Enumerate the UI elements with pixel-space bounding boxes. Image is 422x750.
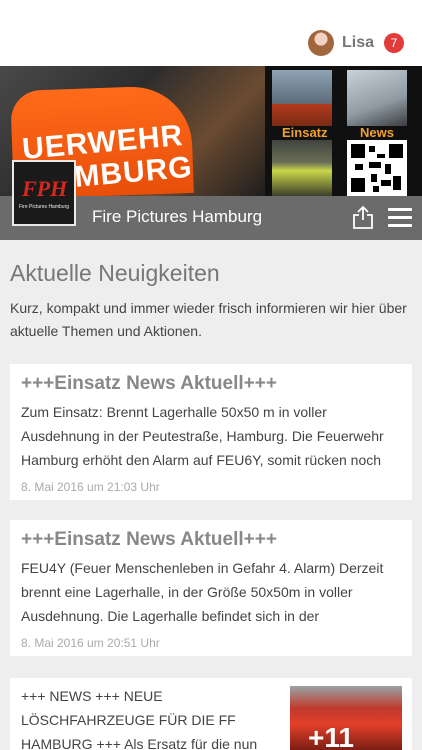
hamburger-menu-icon[interactable] [388, 208, 412, 228]
banner-thumb-firefighter [272, 140, 332, 196]
news-card[interactable]: +++Einsatz News Aktuell+++ Zum Einsatz: … [10, 364, 412, 500]
banner-thumb-spray [347, 70, 407, 126]
news-card[interactable]: +++Einsatz News Aktuell+++ FEU4Y (Feuer … [10, 520, 412, 656]
share-icon[interactable] [352, 205, 374, 229]
avatar[interactable] [307, 30, 334, 56]
fph-logo[interactable]: FPH Fire Pictures Hamburg [12, 160, 76, 226]
user-profile[interactable]: Lisa 7 [307, 30, 404, 56]
banner-label-news: News [360, 125, 394, 140]
main-content: Aktuelle Neuigkeiten Kurz, kompakt und i… [10, 240, 412, 357]
news-card-title[interactable]: +++Einsatz News Aktuell+++ [21, 372, 401, 396]
user-name[interactable]: Lisa [342, 34, 374, 52]
news-card[interactable]: +++ NEWS +++ NEUE LÖSCHFAHRZEUGE FÜR DIE… [10, 678, 412, 750]
top-bar: Lisa 7 [0, 0, 422, 66]
page-description: Kurz, kompakt und immer wieder frisch in… [10, 300, 407, 339]
news-card-excerpt: FEU4Y (Feuer Menschenleben in Gefahr 4. … [21, 560, 384, 624]
news-card-excerpt: Zum Einsatz: Brennt Lagerhalle 50x50 m i… [21, 404, 384, 468]
news-card-date: 8. Mai 2016 um 20:51 Uhr [21, 636, 160, 650]
qr-code [347, 140, 407, 196]
banner-thumb-fire-truck [272, 70, 332, 126]
news-card-title[interactable]: +++Einsatz News Aktuell+++ [21, 528, 401, 552]
news-card-excerpt: +++ NEWS +++ NEUE LÖSCHFAHRZEUGE FÜR DIE… [21, 688, 258, 750]
banner-label-einsatz: Einsatz [282, 125, 328, 140]
page-title: Aktuelle Neuigkeiten [10, 260, 220, 286]
notification-badge[interactable]: 7 [384, 33, 404, 53]
logo-subtitle: Fire Pictures Hamburg [19, 204, 70, 210]
app-title: Fire Pictures Hamburg [92, 207, 263, 226]
news-card-image[interactable]: +11 [290, 686, 402, 750]
image-overlay-text: +11 [308, 722, 354, 750]
news-card-date: 8. Mai 2016 um 21:03 Uhr [21, 480, 160, 494]
logo-text: FPH [22, 176, 68, 201]
